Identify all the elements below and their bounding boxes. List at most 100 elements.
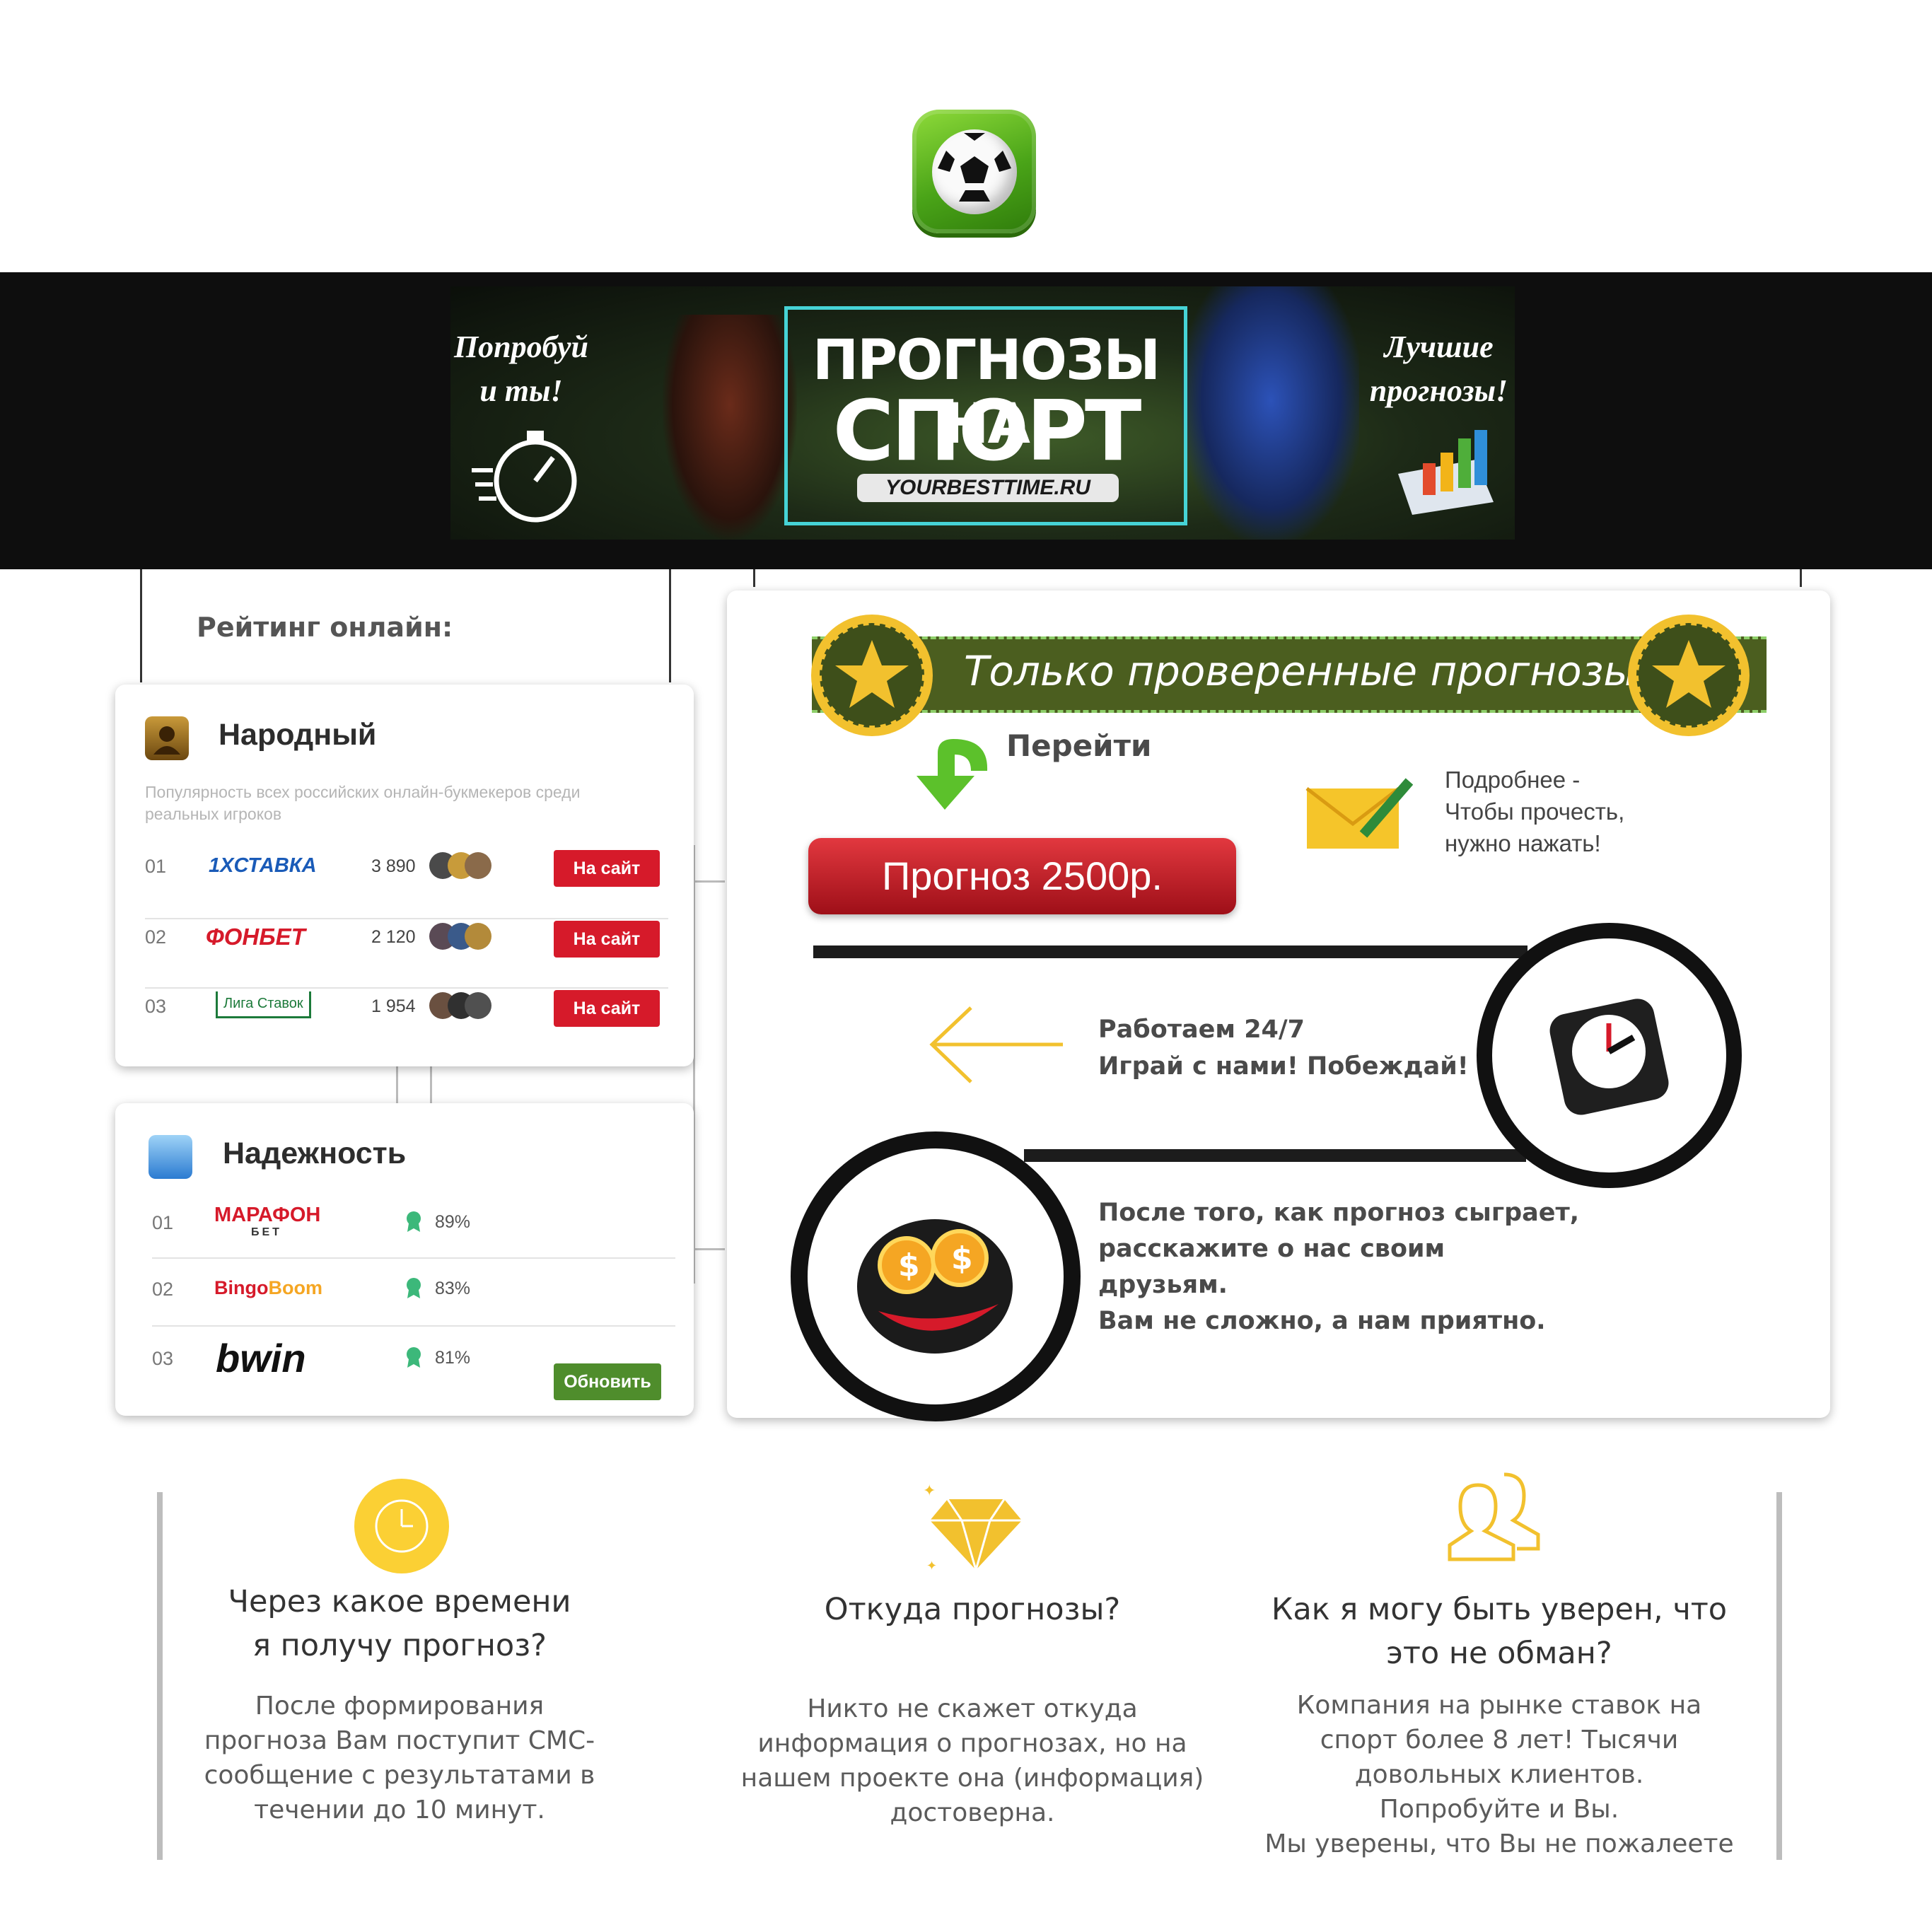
smiley-badge: $ $ <box>791 1131 1081 1421</box>
after-text: После того, как прогноз сыграет, расскаж… <box>1098 1195 1579 1339</box>
banner-title-line2: СПОРТ <box>832 382 1142 479</box>
faq-body: После формирования прогноза Вам поступит… <box>173 1689 626 1827</box>
svg-text:✦: ✦ <box>923 1482 936 1500</box>
visit-site-button[interactable]: На сайт <box>554 921 660 958</box>
reliability-card: Надежность 01 МАРАФОН БЕТ 89% 02 BingoBo… <box>115 1103 694 1416</box>
football-player-image <box>1182 286 1359 540</box>
banner-right-line2: прогнозы! <box>1369 373 1508 408</box>
clock-icon <box>354 1478 450 1574</box>
avatar-stack <box>428 921 499 951</box>
star-badge-icon <box>808 612 936 739</box>
table-row: 01 МАРАФОН БЕТ 89% <box>152 1202 675 1252</box>
reliability-percent: 81% <box>435 1348 471 1368</box>
divider-bar <box>1024 1149 1526 1162</box>
vote-count: 2 120 <box>371 927 416 947</box>
star-badge-icon <box>1625 612 1752 739</box>
table-row: 01 1XСТАВКА 3 890 На сайт <box>145 847 668 890</box>
table-row: 03 Лига Ставок 1 954 На сайт <box>145 987 668 1030</box>
brand-bingo: Bingo <box>214 1277 269 1298</box>
faq-body-line: достоверна. <box>890 1798 1055 1827</box>
faq-body-line: сообщение с результатами в <box>204 1761 595 1790</box>
table-row: 02 ФОНБЕТ 2 120 На сайт <box>145 918 668 960</box>
popular-title: Народный <box>219 718 377 752</box>
brand-bingoboom: BingoBoom <box>214 1277 322 1299</box>
row-divider <box>152 1257 675 1259</box>
frame-connector <box>693 1248 725 1250</box>
frame-line <box>1800 569 1802 587</box>
faq-body: Компания на рынке ставок на спорт более … <box>1255 1688 1743 1861</box>
row-number: 03 <box>152 1348 174 1369</box>
banner-right-text: Лучшие прогнозы! <box>1363 325 1515 413</box>
row-number: 01 <box>145 856 167 877</box>
go-label[interactable]: Перейти <box>1006 728 1151 763</box>
faq-body: Никто не скажет откуда информация о прог… <box>728 1692 1216 1830</box>
forecast-button[interactable]: Прогноз 2500р. <box>808 838 1236 914</box>
faq-title: Через какое времени я получу прогноз? <box>173 1580 626 1668</box>
frame-line <box>140 569 142 682</box>
popular-subtitle: Популярность всех российских онлайн-букм… <box>145 783 581 823</box>
promo-banner[interactable]: Попробуй и ты! ПРОГНОЗЫ НА СПОРТ YOURBES… <box>450 286 1515 540</box>
faq-title: Как я могу быть уверен, что это не обман… <box>1255 1588 1743 1675</box>
faq-title-line1: Откуда прогнозы? <box>824 1592 1121 1627</box>
money-smiley-icon: $ $ <box>857 1219 1013 1354</box>
brand-marathon-sub: БЕТ <box>251 1226 282 1238</box>
faq-body-line: Мы уверены, что Вы не пожалеете <box>1264 1829 1734 1858</box>
brand-fonbet: ФОНБЕТ <box>206 924 305 950</box>
rating-label: Рейтинг онлайн: <box>197 612 453 643</box>
diamond-icon: ✦ ✦ <box>923 1482 1029 1574</box>
table-row: 02 BingoBoom 83% <box>152 1270 675 1313</box>
frame-connector <box>693 845 729 1284</box>
details-line3: нужно нажать! <box>1445 830 1601 856</box>
brand-marathon: МАРАФОН <box>214 1204 321 1226</box>
svg-text:✦: ✦ <box>926 1559 937 1573</box>
reliability-percent: 89% <box>435 1212 471 1232</box>
banner-right-line1: Лучшие <box>1384 330 1494 364</box>
brand-liga-stavok: Лига Ставок <box>216 991 311 1018</box>
after-line2: расскажите о нас своим <box>1098 1235 1445 1263</box>
faq-right-border <box>1776 1492 1782 1860</box>
faq-body-line: Компания на рынке ставок на <box>1296 1691 1702 1720</box>
svg-text:$: $ <box>951 1240 973 1276</box>
banner-url: YOURBESTTIME.RU <box>857 474 1119 502</box>
row-number: 02 <box>145 926 167 948</box>
row-number: 03 <box>145 996 167 1017</box>
bar-chart-icon <box>1391 424 1497 516</box>
envelope-icon[interactable] <box>1303 778 1414 856</box>
portrait-icon <box>145 716 189 760</box>
soccer-ball-icon <box>932 129 1017 214</box>
faq-body-line: спорт более 8 лет! Тысячи <box>1320 1726 1679 1754</box>
banner-left-text: Попробуй и ты! <box>450 325 592 413</box>
vote-count: 1 954 <box>371 996 416 1016</box>
divider-bar <box>813 945 1527 958</box>
arrow-left-icon <box>925 1004 1066 1086</box>
after-line4: Вам не сложно, а нам приятно. <box>1098 1307 1546 1335</box>
site-logo[interactable] <box>912 110 1036 233</box>
banner-left-line1: Попробуй <box>453 330 589 364</box>
frame-connector <box>693 880 725 883</box>
frame-line <box>669 569 671 682</box>
brand-boom: Boom <box>268 1277 322 1298</box>
clock-icon <box>1549 999 1669 1115</box>
brand-1xstavka: 1XСТАВКА <box>209 854 317 877</box>
award-icon <box>405 1211 423 1232</box>
frame-line <box>753 569 755 587</box>
award-icon <box>405 1346 423 1368</box>
row-number: 01 <box>152 1212 174 1233</box>
vote-count: 3 890 <box>371 856 416 876</box>
faq-body-line: информация о прогнозах, но на <box>757 1729 1187 1758</box>
faq-title: Откуда прогнозы? <box>743 1588 1202 1631</box>
work-line2: Играй с нами! Побеждай! <box>1098 1052 1469 1081</box>
visit-site-button[interactable]: На сайт <box>554 990 660 1027</box>
work-line1: Работаем 24/7 <box>1098 1016 1305 1044</box>
update-button[interactable]: Обновить <box>554 1363 661 1400</box>
row-divider <box>152 1325 675 1327</box>
details-text[interactable]: Подробнее - Чтобы прочесть, нужно нажать… <box>1445 764 1624 859</box>
reliability-title: Надежность <box>223 1136 407 1170</box>
visit-site-button[interactable]: На сайт <box>554 850 660 887</box>
after-line3: друзьям. <box>1098 1271 1228 1299</box>
clock-badge <box>1477 923 1742 1188</box>
water-glass-icon <box>149 1135 192 1179</box>
green-arrow-icon <box>911 732 996 817</box>
boxer-image <box>663 315 797 540</box>
svg-text:$: $ <box>898 1247 920 1284</box>
